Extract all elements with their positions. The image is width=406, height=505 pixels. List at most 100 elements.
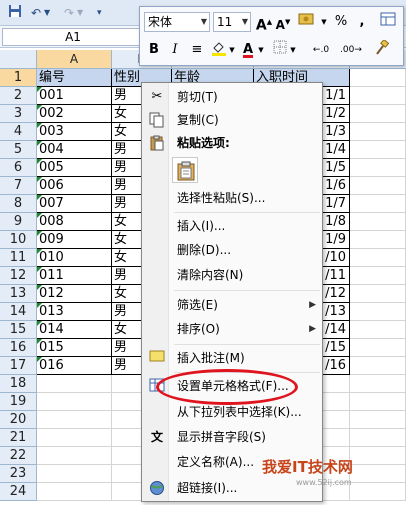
row-header[interactable]: 21: [0, 429, 37, 447]
table-cell[interactable]: [37, 483, 112, 501]
chevron-down-icon[interactable]: ▼: [228, 40, 236, 60]
table-cell[interactable]: 007: [37, 195, 112, 213]
menu-item-clear-contents[interactable]: 清除内容(N): [144, 264, 322, 286]
table-cell[interactable]: [350, 483, 406, 501]
row-header[interactable]: 18: [0, 375, 37, 393]
save-icon[interactable]: [8, 4, 22, 22]
table-cell[interactable]: [350, 87, 406, 105]
table-cell[interactable]: [350, 357, 406, 375]
table-cell[interactable]: [350, 177, 406, 195]
table-cell[interactable]: [350, 303, 406, 321]
table-cell[interactable]: [350, 267, 406, 285]
menu-item-insert-comment[interactable]: 插入批注(M): [144, 347, 322, 369]
table-cell[interactable]: 016: [37, 357, 112, 375]
paste-option-button[interactable]: [172, 157, 198, 183]
table-cell[interactable]: [350, 141, 406, 159]
table-cell[interactable]: [37, 393, 112, 411]
row-header[interactable]: 12: [0, 267, 37, 285]
table-cell[interactable]: 002: [37, 105, 112, 123]
table-cell[interactable]: [350, 411, 406, 429]
table-cell[interactable]: [350, 213, 406, 231]
undo-icon[interactable]: ↶: [31, 4, 41, 22]
bold-icon[interactable]: B: [145, 40, 163, 60]
shrink-font-icon[interactable]: A▼: [274, 12, 292, 32]
table-cell[interactable]: 011: [37, 267, 112, 285]
table-cell[interactable]: [350, 249, 406, 267]
table-cell[interactable]: 013: [37, 303, 112, 321]
comma-style-button[interactable]: ,: [354, 12, 370, 32]
row-header[interactable]: 5: [0, 141, 37, 159]
redo-icon[interactable]: ↷: [64, 4, 74, 22]
row-header[interactable]: 20: [0, 411, 37, 429]
table-cell[interactable]: [350, 429, 406, 447]
row-header[interactable]: 1: [0, 69, 37, 87]
center-align-icon[interactable]: ≡: [187, 40, 207, 60]
table-cell[interactable]: 005: [37, 159, 112, 177]
row-header[interactable]: 17: [0, 357, 37, 375]
table-cell[interactable]: [350, 105, 406, 123]
table-cell[interactable]: 008: [37, 213, 112, 231]
table-cell[interactable]: [350, 123, 406, 141]
chevron-down-icon[interactable]: ▼: [320, 12, 328, 32]
row-header[interactable]: 16: [0, 339, 37, 357]
table-cell[interactable]: [350, 159, 406, 177]
borders-icon[interactable]: [271, 40, 289, 60]
table-cell[interactable]: [37, 465, 112, 483]
table-cell[interactable]: [350, 195, 406, 213]
row-header[interactable]: 6: [0, 159, 37, 177]
grow-font-icon[interactable]: A▲: [255, 12, 273, 34]
row-header[interactable]: 8: [0, 195, 37, 213]
row-header[interactable]: 24: [0, 483, 37, 501]
italic-icon[interactable]: I: [166, 40, 184, 60]
table-cell[interactable]: [350, 321, 406, 339]
redo-dropdown-icon[interactable]: ▼: [77, 4, 83, 22]
table-cell[interactable]: [350, 69, 406, 87]
table-cell[interactable]: 014: [37, 321, 112, 339]
chevron-down-icon[interactable]: ▼: [257, 40, 265, 60]
table-cell[interactable]: 004: [37, 141, 112, 159]
row-header[interactable]: 13: [0, 285, 37, 303]
table-cell[interactable]: 001: [37, 87, 112, 105]
table-cell[interactable]: [350, 447, 406, 465]
table-cell[interactable]: 012: [37, 285, 112, 303]
table-cell[interactable]: [350, 375, 406, 393]
table-cell[interactable]: 009: [37, 231, 112, 249]
menu-item-show-phonetic[interactable]: 文 显示拼音字段(S): [144, 426, 322, 448]
menu-item-insert[interactable]: 插入(I)...: [144, 215, 322, 237]
row-header[interactable]: 2: [0, 87, 37, 105]
accounting-format-icon[interactable]: [296, 12, 318, 32]
row-header[interactable]: 23: [0, 465, 37, 483]
table-cell[interactable]: 010: [37, 249, 112, 267]
decrease-decimal-icon[interactable]: .00→: [338, 40, 364, 60]
table-cell[interactable]: [37, 375, 112, 393]
row-header[interactable]: 3: [0, 105, 37, 123]
font-size-combo[interactable]: 11 ▼: [213, 12, 251, 32]
font-color-icon[interactable]: A: [239, 40, 257, 60]
table-cell[interactable]: [350, 465, 406, 483]
undo-dropdown-icon[interactable]: ▼: [44, 4, 50, 22]
percent-style-button[interactable]: %: [332, 12, 350, 32]
row-header[interactable]: 22: [0, 447, 37, 465]
table-cell[interactable]: [37, 447, 112, 465]
table-cell[interactable]: 003: [37, 123, 112, 141]
table-cell[interactable]: [350, 231, 406, 249]
fill-color-icon[interactable]: [210, 40, 228, 60]
table-cell[interactable]: [37, 411, 112, 429]
table-cell[interactable]: [37, 429, 112, 447]
customize-icon[interactable]: ▾: [97, 4, 102, 22]
row-header[interactable]: 10: [0, 231, 37, 249]
table-cell[interactable]: [350, 339, 406, 357]
increase-decimal-icon[interactable]: ←.0: [308, 40, 334, 60]
row-header[interactable]: 7: [0, 177, 37, 195]
row-header[interactable]: 9: [0, 213, 37, 231]
row-header[interactable]: 19: [0, 393, 37, 411]
table-cell[interactable]: 编号: [37, 69, 112, 87]
select-all-corner[interactable]: [0, 50, 37, 69]
format-painter-table-icon[interactable]: [378, 12, 398, 32]
table-cell[interactable]: [350, 393, 406, 411]
menu-item-paste-special[interactable]: 选择性粘贴(S)...: [144, 187, 322, 209]
name-box[interactable]: A1: [2, 28, 144, 46]
row-header[interactable]: 15: [0, 321, 37, 339]
menu-item-filter[interactable]: 筛选(E) ▶: [144, 294, 322, 316]
format-painter-icon[interactable]: [372, 38, 392, 60]
